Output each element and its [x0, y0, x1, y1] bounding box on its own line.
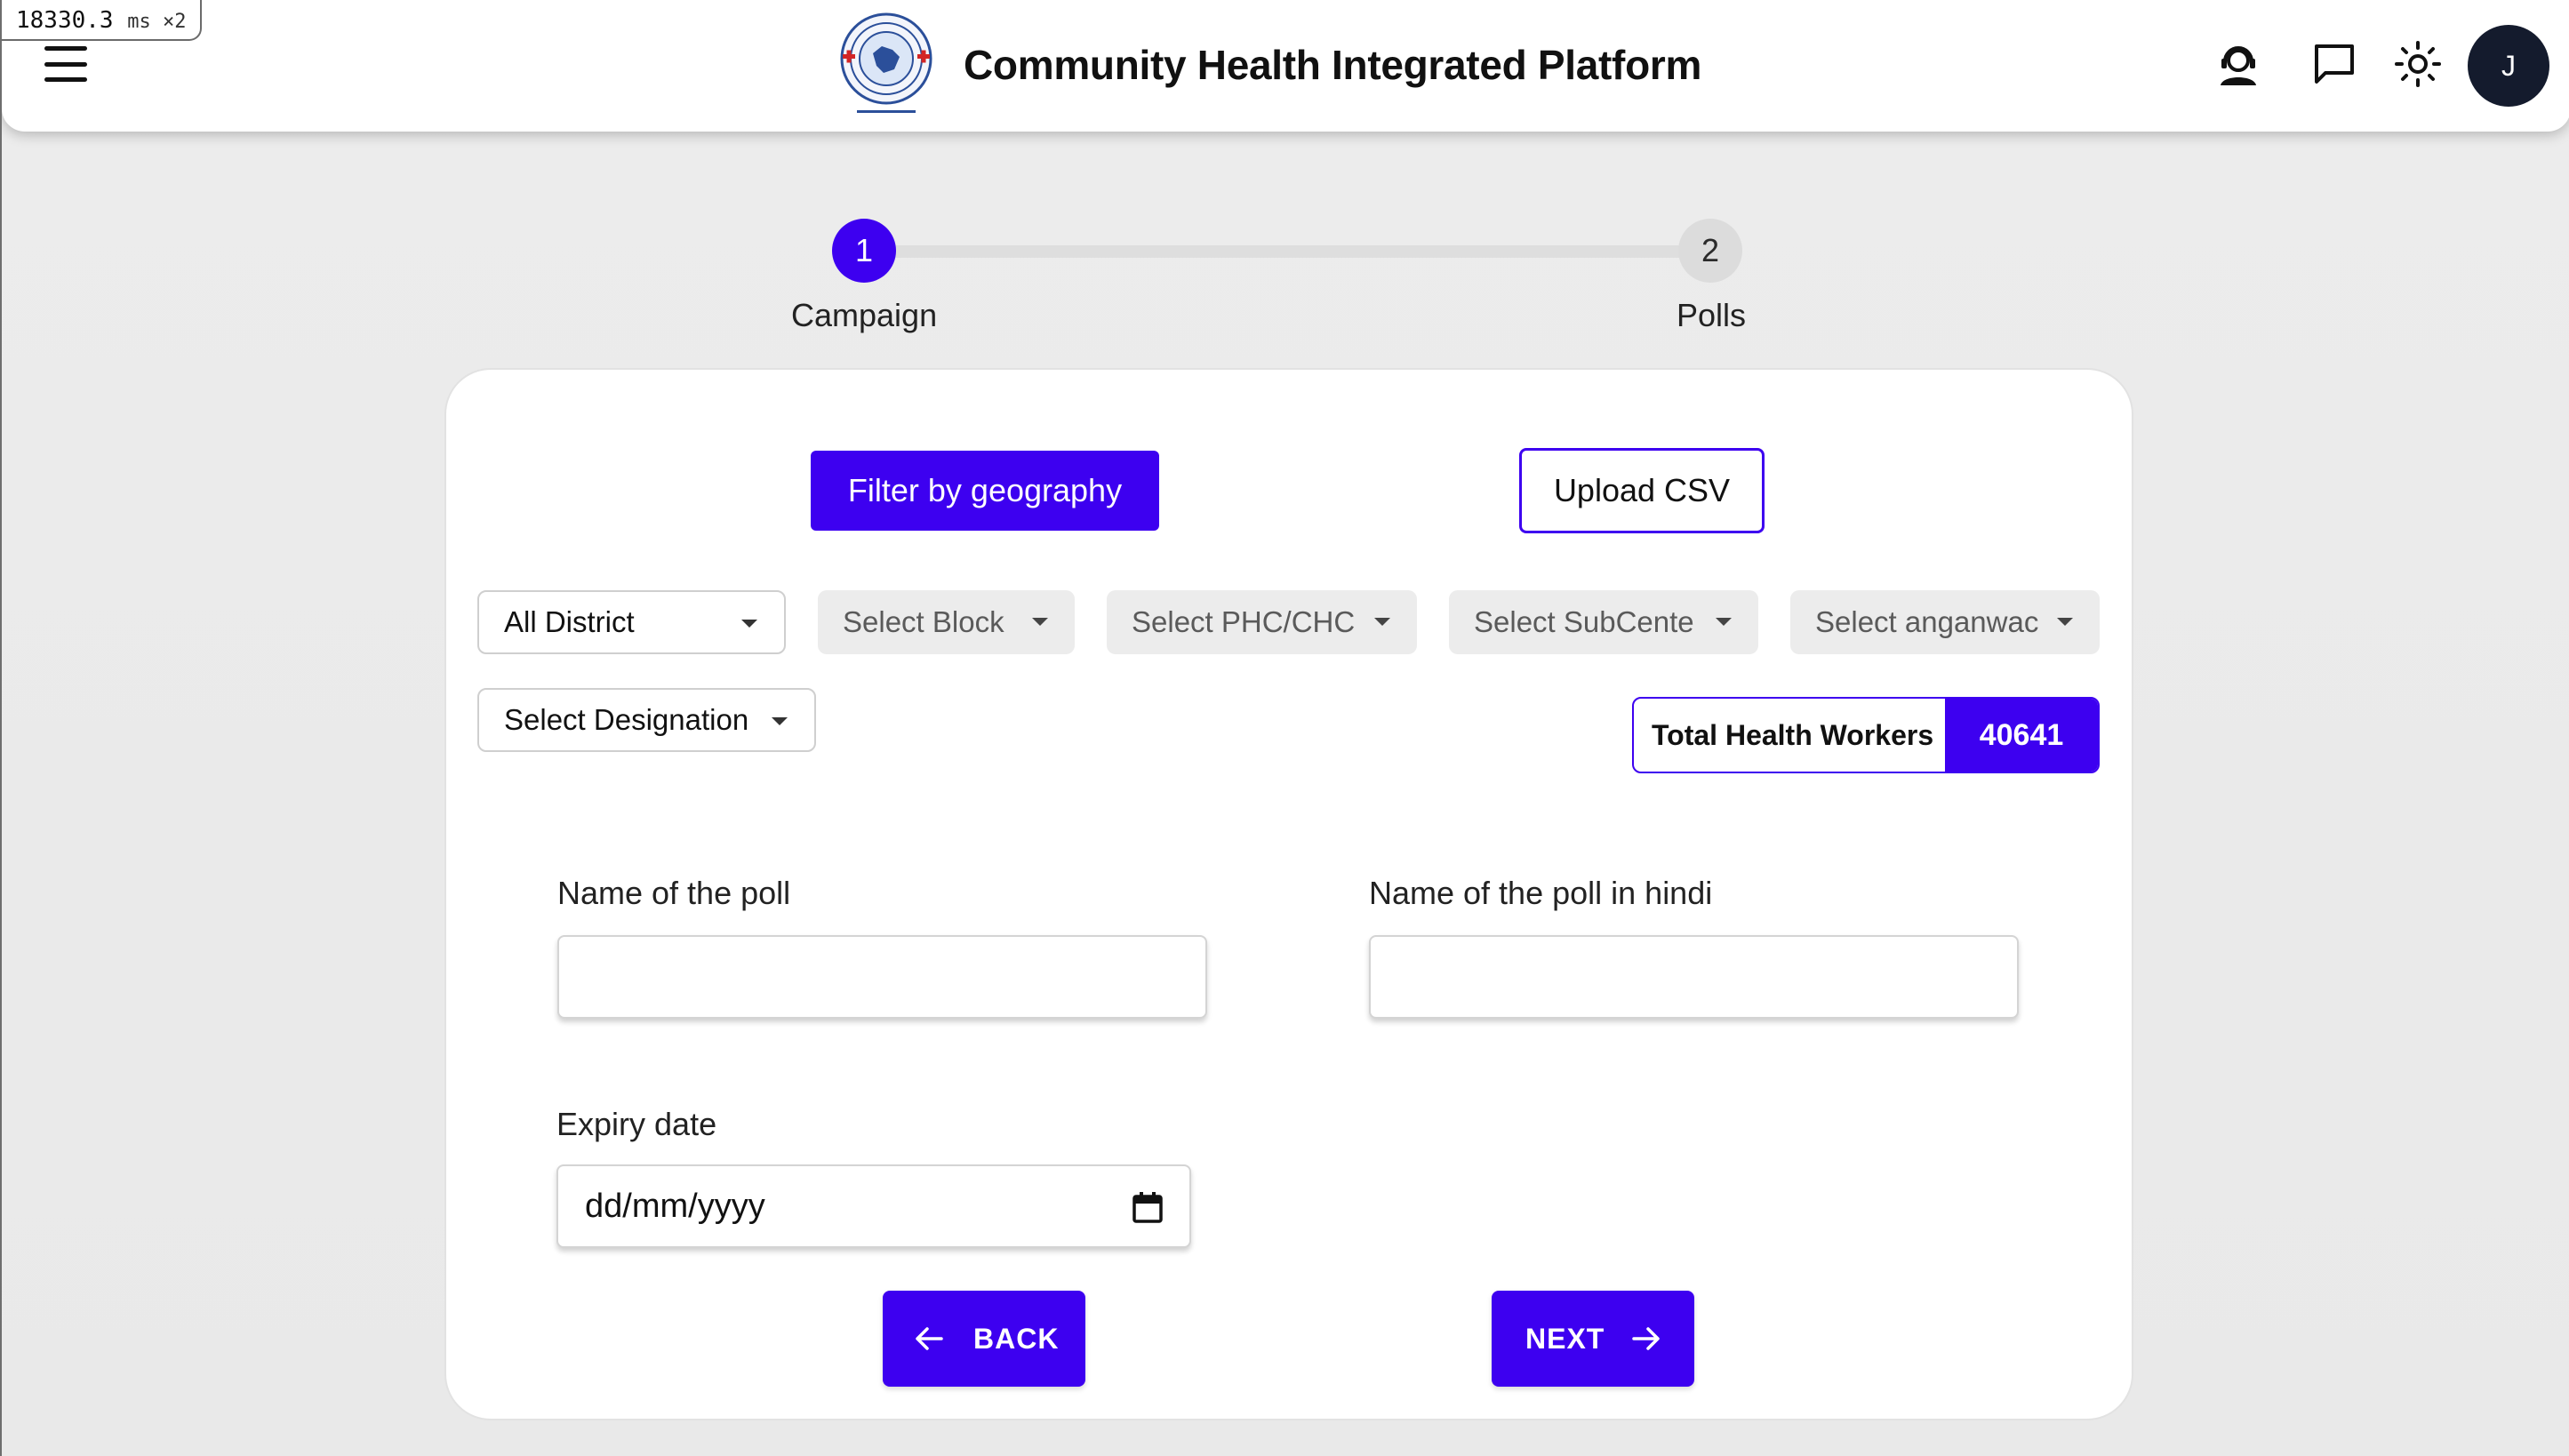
- expiry-date-input[interactable]: dd/mm/yyyy: [556, 1164, 1191, 1248]
- step-2-circle[interactable]: 2: [1678, 219, 1742, 283]
- perf-badge: 18330.3 ms ×2: [2, 0, 203, 41]
- perf-value: 18330.3: [16, 7, 114, 34]
- district-select-value: All District: [504, 605, 635, 638]
- chevron-down-icon: [772, 717, 788, 725]
- designation-select-value: Select Designation: [504, 703, 749, 736]
- anganwadi-select-value: Select anganwac: [1815, 605, 2039, 638]
- platform-logo: [840, 12, 932, 113]
- calendar-icon[interactable]: [1132, 1191, 1163, 1223]
- stepper: 1 2 Campaign Polls: [784, 219, 1762, 343]
- user-avatar[interactable]: J: [2468, 25, 2549, 107]
- arrow-right-icon: [1632, 1327, 1660, 1350]
- app-title: Community Health Integrated Platform: [964, 42, 1702, 88]
- back-button-label: BACK: [973, 1323, 1060, 1355]
- expiry-date-placeholder: dd/mm/yyyy: [585, 1188, 765, 1225]
- chevron-down-icon: [1032, 618, 1048, 626]
- top-bar: Community Health Integrated Platform J: [2, 0, 2569, 132]
- step-2-label: Polls: [1677, 297, 1747, 333]
- app-frame: 18330.3 ms ×2 Community Health Integrate…: [0, 0, 2569, 1456]
- chat-icon[interactable]: [2309, 39, 2359, 89]
- chevron-down-icon: [741, 620, 757, 628]
- block-select[interactable]: Select Block: [818, 590, 1075, 654]
- subcenter-select[interactable]: Select SubCente: [1449, 590, 1758, 654]
- step-1-circle[interactable]: 1: [832, 219, 896, 283]
- block-select-value: Select Block: [843, 605, 1004, 638]
- poll-name-hindi-input[interactable]: [1369, 935, 2019, 1019]
- support-agent-icon[interactable]: [2213, 39, 2263, 89]
- district-select[interactable]: All District: [477, 590, 786, 654]
- chevron-down-icon: [2057, 618, 2073, 626]
- perf-unit: ms ×2: [127, 11, 187, 33]
- hamburger-menu-icon[interactable]: [44, 46, 87, 82]
- total-health-workers-count: 40641: [1945, 699, 2098, 772]
- subcenter-select-value: Select SubCente: [1474, 605, 1694, 638]
- chevron-down-icon: [1716, 618, 1732, 626]
- poll-name-label: Name of the poll: [557, 875, 791, 911]
- poll-name-input[interactable]: [557, 935, 1207, 1019]
- total-health-workers-badge: Total Health Workers 40641: [1632, 697, 2100, 773]
- filter-by-geography-button[interactable]: Filter by geography: [811, 451, 1159, 531]
- upload-csv-button[interactable]: Upload CSV: [1519, 448, 1765, 533]
- phc-select[interactable]: Select PHC/CHC: [1107, 590, 1417, 654]
- expiry-date-label: Expiry date: [556, 1106, 717, 1142]
- arrow-left-icon: [916, 1327, 943, 1350]
- next-button[interactable]: NEXT: [1492, 1291, 1694, 1387]
- anganwadi-select[interactable]: Select anganwac: [1790, 590, 2100, 654]
- phc-select-value: Select PHC/CHC: [1132, 605, 1356, 638]
- total-health-workers-label: Total Health Workers: [1652, 719, 1934, 751]
- back-button[interactable]: BACK: [883, 1291, 1085, 1387]
- poll-name-hindi-label: Name of the poll in hindi: [1369, 875, 1713, 911]
- theme-toggle-sun-icon[interactable]: [2393, 39, 2443, 89]
- next-button-label: NEXT: [1525, 1323, 1605, 1355]
- chevron-down-icon: [1374, 618, 1390, 626]
- step-1-label: Campaign: [791, 297, 938, 333]
- designation-select[interactable]: Select Designation: [477, 688, 816, 752]
- stepper-connector: [864, 245, 1700, 258]
